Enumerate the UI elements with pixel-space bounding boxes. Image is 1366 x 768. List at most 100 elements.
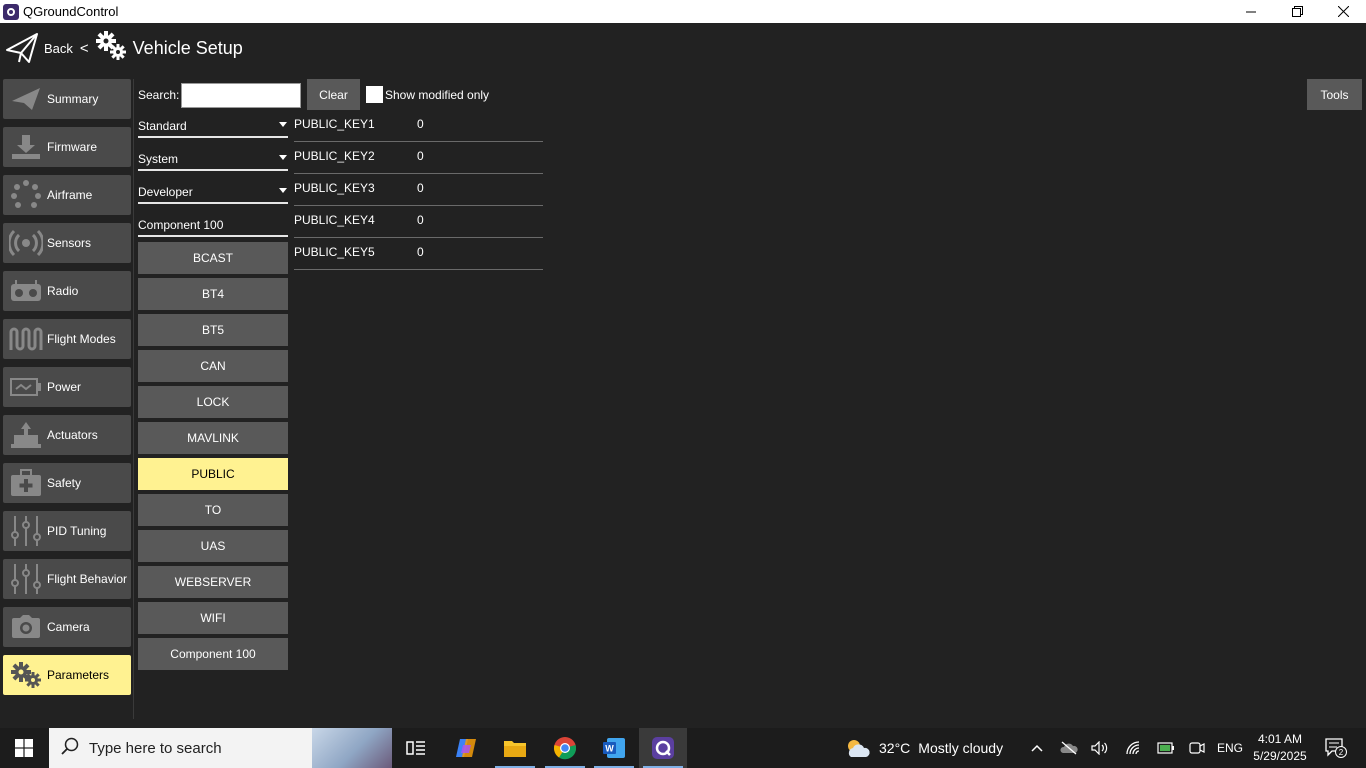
caret-down-icon bbox=[279, 122, 287, 127]
parameter-value: 0 bbox=[417, 245, 424, 259]
group-button-can[interactable]: CAN bbox=[138, 350, 288, 382]
battery-status-button[interactable] bbox=[1155, 728, 1177, 768]
group-button-bt5[interactable]: BT5 bbox=[138, 314, 288, 346]
dropdown-label: Standard bbox=[138, 119, 187, 133]
onedrive-button[interactable] bbox=[1058, 728, 1080, 768]
group-button-mavlink[interactable]: MAVLINK bbox=[138, 422, 288, 454]
search-icon bbox=[61, 737, 79, 760]
webcam-icon bbox=[1189, 742, 1205, 754]
sidebar-item-flight-modes[interactable]: Flight Modes bbox=[3, 319, 131, 359]
download-icon bbox=[8, 131, 44, 163]
chrome-icon bbox=[553, 737, 577, 760]
windows-logo-icon bbox=[15, 739, 33, 757]
clear-button[interactable]: Clear bbox=[307, 79, 360, 110]
parameter-value: 0 bbox=[417, 213, 424, 227]
parameter-row[interactable]: PUBLIC_KEY3 0 bbox=[294, 174, 543, 206]
group-button-lock[interactable]: LOCK bbox=[138, 386, 288, 418]
input-language-button[interactable]: ENG bbox=[1214, 728, 1246, 768]
show-hidden-icons-button[interactable] bbox=[1026, 728, 1048, 768]
tools-button[interactable]: Tools bbox=[1307, 79, 1362, 110]
taskbar-search-box[interactable]: Type here to search bbox=[49, 728, 392, 768]
clock-time: 4:01 AM bbox=[1257, 732, 1303, 746]
category-dropdown-developer[interactable]: Developer bbox=[138, 180, 288, 204]
taskbar-clock[interactable]: 4:01 AM 5/29/2025 bbox=[1248, 731, 1312, 765]
sidebar-item-power[interactable]: Power bbox=[3, 367, 131, 407]
sidebar-item-sensors[interactable]: Sensors bbox=[3, 223, 131, 263]
sidebar-item-label: Flight Modes bbox=[47, 332, 116, 346]
search-highlight-image bbox=[312, 728, 392, 768]
parameter-row[interactable]: PUBLIC_KEY4 0 bbox=[294, 206, 543, 238]
sidebar-item-label: Summary bbox=[47, 92, 99, 106]
wave-icon bbox=[8, 323, 44, 355]
chrome-button[interactable] bbox=[541, 728, 589, 768]
show-modified-label: Show modified only bbox=[385, 88, 490, 102]
qgroundcontrol-taskbar-button[interactable] bbox=[639, 728, 687, 768]
sidebar-item-label: PID Tuning bbox=[47, 524, 107, 538]
sidebar-item-airframe[interactable]: Airframe bbox=[3, 175, 131, 215]
task-view-button[interactable] bbox=[392, 728, 440, 768]
search-input[interactable] bbox=[181, 83, 301, 108]
medkit-icon bbox=[8, 467, 44, 499]
parameter-name: PUBLIC_KEY1 bbox=[294, 117, 375, 131]
sidebar-item-pid-tuning[interactable]: PID Tuning bbox=[3, 511, 131, 551]
page-title: Vehicle Setup bbox=[132, 37, 243, 58]
gears-icon bbox=[8, 659, 44, 691]
airframe-icon bbox=[8, 179, 44, 211]
close-button[interactable] bbox=[1320, 0, 1366, 23]
restore-icon bbox=[1291, 6, 1303, 17]
group-button-webserver[interactable]: WEBSERVER bbox=[138, 566, 288, 598]
copilot-button[interactable] bbox=[442, 728, 490, 768]
sidebar-item-camera[interactable]: Camera bbox=[3, 607, 131, 647]
parameter-value: 0 bbox=[417, 181, 424, 195]
sidebar-item-parameters[interactable]: Parameters bbox=[3, 655, 131, 695]
camera-status-button[interactable] bbox=[1186, 728, 1208, 768]
back-button[interactable]: Back bbox=[5, 31, 73, 65]
breadcrumb-separator: < bbox=[79, 39, 89, 57]
volume-button[interactable] bbox=[1089, 728, 1111, 768]
start-button[interactable] bbox=[0, 728, 48, 768]
group-button-to[interactable]: TO bbox=[138, 494, 288, 526]
dropdown-label: System bbox=[138, 152, 179, 166]
sliders-icon bbox=[8, 515, 44, 547]
weather-description: Mostly cloudy bbox=[918, 740, 1004, 756]
group-button-wifi[interactable]: WIFI bbox=[138, 602, 288, 634]
file-explorer-button[interactable] bbox=[491, 728, 539, 768]
caret-down-icon bbox=[279, 155, 287, 160]
restore-button[interactable] bbox=[1274, 0, 1320, 23]
windows-taskbar: Type here to search W 32°C Mostly cloudy bbox=[0, 728, 1366, 768]
show-modified-checkbox[interactable] bbox=[366, 86, 383, 103]
parameter-value: 0 bbox=[417, 149, 424, 163]
search-label: Search: bbox=[138, 88, 180, 102]
gears-icon bbox=[95, 30, 127, 67]
weather-widget[interactable]: 32°C Mostly cloudy bbox=[845, 728, 1003, 768]
group-button-bcast[interactable]: BCAST bbox=[138, 242, 288, 274]
cloud-offline-icon bbox=[1060, 741, 1078, 755]
sidebar-item-actuators[interactable]: Actuators bbox=[3, 415, 131, 455]
qgroundcontrol-app-icon bbox=[3, 3, 19, 20]
network-button[interactable] bbox=[1123, 728, 1145, 768]
notification-icon: 2 bbox=[1325, 738, 1347, 758]
minimize-button[interactable] bbox=[1228, 0, 1274, 23]
notification-center-button[interactable]: 2 bbox=[1320, 728, 1352, 768]
category-dropdown-standard[interactable]: Standard bbox=[138, 114, 288, 138]
sidebar-item-label: Airframe bbox=[47, 188, 93, 202]
group-button-component-100[interactable]: Component 100 bbox=[138, 638, 288, 670]
category-dropdown-system[interactable]: System bbox=[138, 147, 288, 171]
parameter-row[interactable]: PUBLIC_KEY1 0 bbox=[294, 110, 543, 142]
sidebar-item-firmware[interactable]: Firmware bbox=[3, 127, 131, 167]
parameter-row[interactable]: PUBLIC_KEY5 0 bbox=[294, 238, 543, 270]
sidebar-item-flight-behavior[interactable]: Flight Behavior bbox=[3, 559, 131, 599]
sidebar-item-radio[interactable]: Radio bbox=[3, 271, 131, 311]
clock-date: 5/29/2025 bbox=[1253, 749, 1307, 763]
sidebar-item-safety[interactable]: Safety bbox=[3, 463, 131, 503]
battery-charging-icon bbox=[1157, 742, 1174, 754]
category-component-100[interactable]: Component 100 bbox=[138, 213, 288, 237]
parameter-row[interactable]: PUBLIC_KEY2 0 bbox=[294, 142, 543, 174]
group-button-bt4[interactable]: BT4 bbox=[138, 278, 288, 310]
parameter-name: PUBLIC_KEY3 bbox=[294, 181, 375, 195]
group-button-uas[interactable]: UAS bbox=[138, 530, 288, 562]
sidebar-item-summary[interactable]: Summary bbox=[3, 79, 131, 119]
word-button[interactable]: W bbox=[590, 728, 638, 768]
group-button-public[interactable]: PUBLIC bbox=[138, 458, 288, 490]
parameter-name: PUBLIC_KEY4 bbox=[294, 213, 375, 227]
